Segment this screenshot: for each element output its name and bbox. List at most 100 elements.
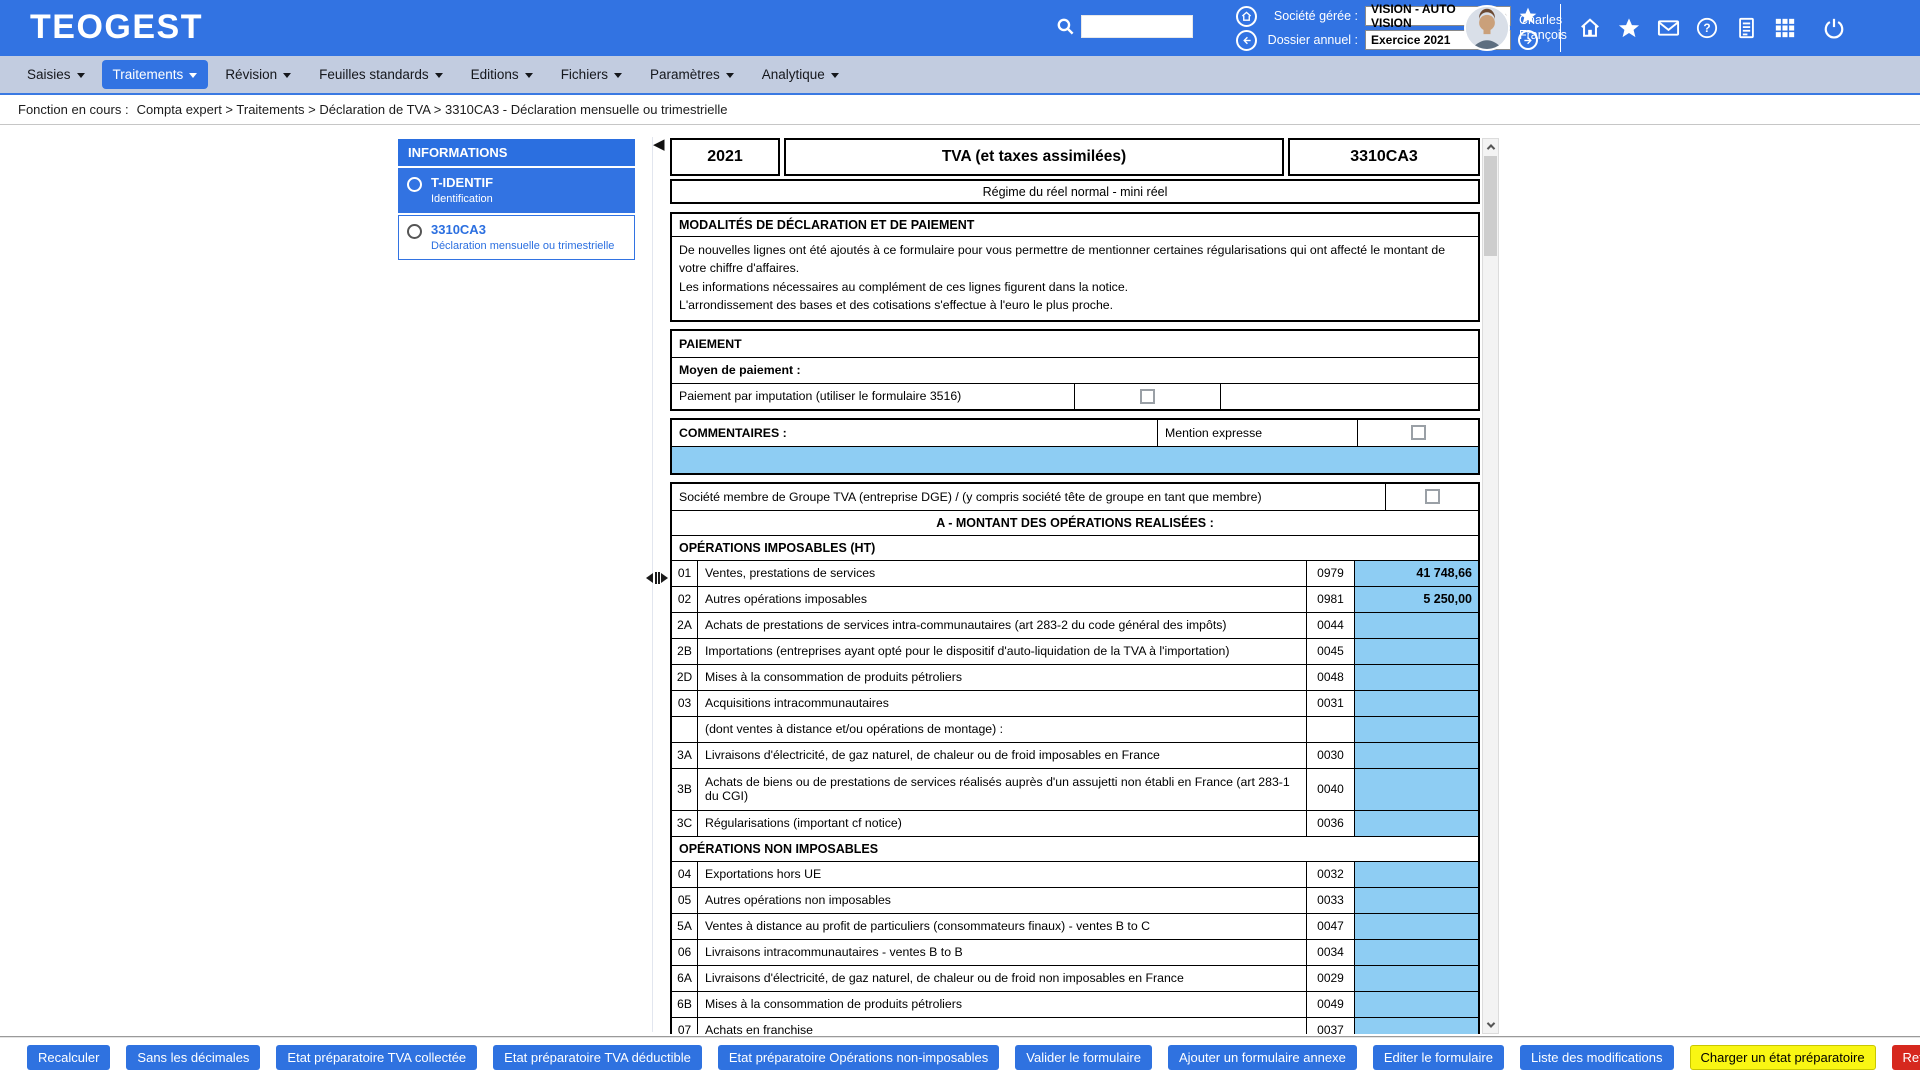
editer-le-formulaire-button[interactable]: Editer le formulaire xyxy=(1373,1045,1504,1070)
chevron-down-icon xyxy=(77,73,85,78)
etat-preparatoire-operations-non-imposables-button[interactable]: Etat préparatoire Opérations non-imposab… xyxy=(718,1045,999,1070)
menu-item-feuilles-standards[interactable]: Feuilles standards xyxy=(308,60,454,89)
amount-cell[interactable] xyxy=(1354,914,1478,939)
chevron-down-icon xyxy=(189,73,197,78)
line-label: Régularisations (important cf notice) xyxy=(698,811,1306,836)
amount-cell[interactable] xyxy=(1354,992,1478,1017)
line-label: Acquisitions intracommunautaires xyxy=(698,691,1306,716)
collapse-panel-icon[interactable]: ◀ xyxy=(653,137,665,152)
menu-item-revision[interactable]: Révision xyxy=(214,60,302,89)
line-number: 2B xyxy=(672,639,698,664)
avatar[interactable] xyxy=(1464,5,1510,51)
amount-cell[interactable]: 5 250,00 xyxy=(1354,587,1478,612)
line-label: Mises à la consommation de produits pétr… xyxy=(698,992,1306,1017)
amount-cell[interactable] xyxy=(1354,691,1478,716)
quick-icons: ? xyxy=(1578,16,1846,40)
line-code: 0045 xyxy=(1306,639,1354,664)
table-row: 06Livraisons intracommunautaires - vente… xyxy=(672,939,1478,965)
amount-cell[interactable] xyxy=(1354,940,1478,965)
amount-cell[interactable] xyxy=(1354,1018,1478,1034)
notes-icon[interactable] xyxy=(1734,16,1758,40)
amount-cell[interactable] xyxy=(1354,769,1478,810)
amount-cell[interactable] xyxy=(1354,888,1478,913)
radio-icon[interactable] xyxy=(407,224,422,239)
charger-un-etat-preparatoire-button[interactable]: Charger un état préparatoire xyxy=(1690,1045,1876,1070)
menu-item-traitements[interactable]: Traitements xyxy=(102,60,209,89)
line-code: 0030 xyxy=(1306,743,1354,768)
section-title: OPÉRATIONS IMPOSABLES (HT) xyxy=(672,535,1478,560)
valider-le-formulaire-button[interactable]: Valider le formulaire xyxy=(1015,1045,1152,1070)
sidebar-item-t-identif[interactable]: T-IDENTIFIdentification xyxy=(398,168,635,213)
line-label: Livraisons d'électricité, de gaz naturel… xyxy=(698,743,1306,768)
etat-preparatoire-tva-collectee-button[interactable]: Etat préparatoire TVA collectée xyxy=(276,1045,477,1070)
societe-label: Société gérée : xyxy=(1264,9,1358,23)
scroll-up-icon[interactable] xyxy=(1483,139,1498,155)
menu-item-editions[interactable]: Editions xyxy=(460,60,544,89)
action-bar: Recalculer Sans les décimales Etat prépara… xyxy=(0,1036,1920,1078)
mention-expresse-label: Mention expresse xyxy=(1157,420,1357,446)
form-code: 3310CA3 xyxy=(1288,138,1480,176)
table-row: 03Acquisitions intracommunautaires0031 xyxy=(672,690,1478,716)
app-logo: TEOGEST xyxy=(30,8,203,47)
mention-expresse-checkbox[interactable] xyxy=(1411,425,1426,440)
amount-cell[interactable] xyxy=(1354,639,1478,664)
scroll-down-icon[interactable] xyxy=(1483,1017,1498,1033)
search-input[interactable] xyxy=(1081,15,1193,38)
etat-preparatoire-tva-deductible-button[interactable]: Etat préparatoire TVA déductible xyxy=(493,1045,702,1070)
menu-item-saisies[interactable]: Saisies xyxy=(16,60,96,89)
commentaires-input[interactable] xyxy=(672,446,1478,473)
amount-cell[interactable] xyxy=(1354,743,1478,768)
amount-cell[interactable] xyxy=(1354,862,1478,887)
table-row: 01Ventes, prestations de services097941 … xyxy=(672,560,1478,586)
back-circle-icon[interactable] xyxy=(1236,30,1257,51)
home-circle-icon[interactable] xyxy=(1236,6,1257,27)
table-row: 5AVentes à distance au profit de particu… xyxy=(672,913,1478,939)
chevron-down-icon xyxy=(435,73,443,78)
section-a-title: A - MONTANT DES OPÉRATIONS REALISÉES : xyxy=(672,510,1478,535)
home-icon[interactable] xyxy=(1578,16,1602,40)
radio-icon[interactable] xyxy=(407,177,422,192)
ajouter-un-formulaire-annexe-button[interactable]: Ajouter un formulaire annexe xyxy=(1168,1045,1357,1070)
help-icon[interactable]: ? xyxy=(1695,16,1719,40)
amount-cell[interactable] xyxy=(1354,613,1478,638)
vertical-scrollbar[interactable] xyxy=(1482,138,1499,1034)
liste-des-modifications-button[interactable]: Liste des modifications xyxy=(1520,1045,1674,1070)
sans-les-decimales-button[interactable]: Sans les décimales xyxy=(126,1045,260,1070)
table-row: 3CRégularisations (important cf notice)0… xyxy=(672,810,1478,836)
amount-cell[interactable] xyxy=(1354,811,1478,836)
amount-cell[interactable] xyxy=(1354,717,1478,742)
retour-button[interactable]: Retour xyxy=(1892,1045,1920,1070)
line-number: 07 xyxy=(672,1018,698,1034)
power-icon[interactable] xyxy=(1822,16,1846,40)
line-number: 02 xyxy=(672,587,698,612)
line-code: 0037 xyxy=(1306,1018,1354,1034)
line-code: 0033 xyxy=(1306,888,1354,913)
sidebar-item-3310ca3[interactable]: 3310CA3Déclaration mensuelle ou trimestr… xyxy=(398,215,635,260)
form-year: 2021 xyxy=(670,138,780,176)
menu-item-parametres[interactable]: Paramètres xyxy=(639,60,745,89)
mail-icon[interactable] xyxy=(1656,16,1680,40)
modalites-title: MODALITÉS DE DÉCLARATION ET DE PAIEMENT xyxy=(672,214,1478,237)
recalculer-button[interactable]: Recalculer xyxy=(27,1045,110,1070)
line-label: Achats de biens ou de prestations de ser… xyxy=(698,769,1306,810)
amount-cell[interactable]: 41 748,66 xyxy=(1354,561,1478,586)
groupe-tva-checkbox[interactable] xyxy=(1425,489,1440,504)
star-icon[interactable] xyxy=(1617,16,1641,40)
breadcrumb: Fonction en cours : Compta expert > Trai… xyxy=(0,95,1920,125)
resize-handle-icon[interactable] xyxy=(646,569,668,587)
menu-item-fichiers[interactable]: Fichiers xyxy=(550,60,633,89)
imputation-checkbox[interactable] xyxy=(1140,389,1155,404)
user-profile[interactable]: Charles François xyxy=(1464,5,1567,51)
amount-cell[interactable] xyxy=(1354,966,1478,991)
line-number: 04 xyxy=(672,862,698,887)
line-number: 3B xyxy=(672,769,698,810)
paiement-box: PAIEMENT Moyen de paiement : Paiement pa… xyxy=(670,329,1480,411)
operations-table: Société membre de Groupe TVA (entreprise… xyxy=(670,482,1480,1034)
scrollbar-thumb[interactable] xyxy=(1484,156,1497,256)
apps-icon[interactable] xyxy=(1773,16,1797,40)
line-code: 0029 xyxy=(1306,966,1354,991)
amount-cell[interactable] xyxy=(1354,665,1478,690)
line-code: 0981 xyxy=(1306,587,1354,612)
menu-item-analytique[interactable]: Analytique xyxy=(751,60,850,89)
line-code: 0047 xyxy=(1306,914,1354,939)
